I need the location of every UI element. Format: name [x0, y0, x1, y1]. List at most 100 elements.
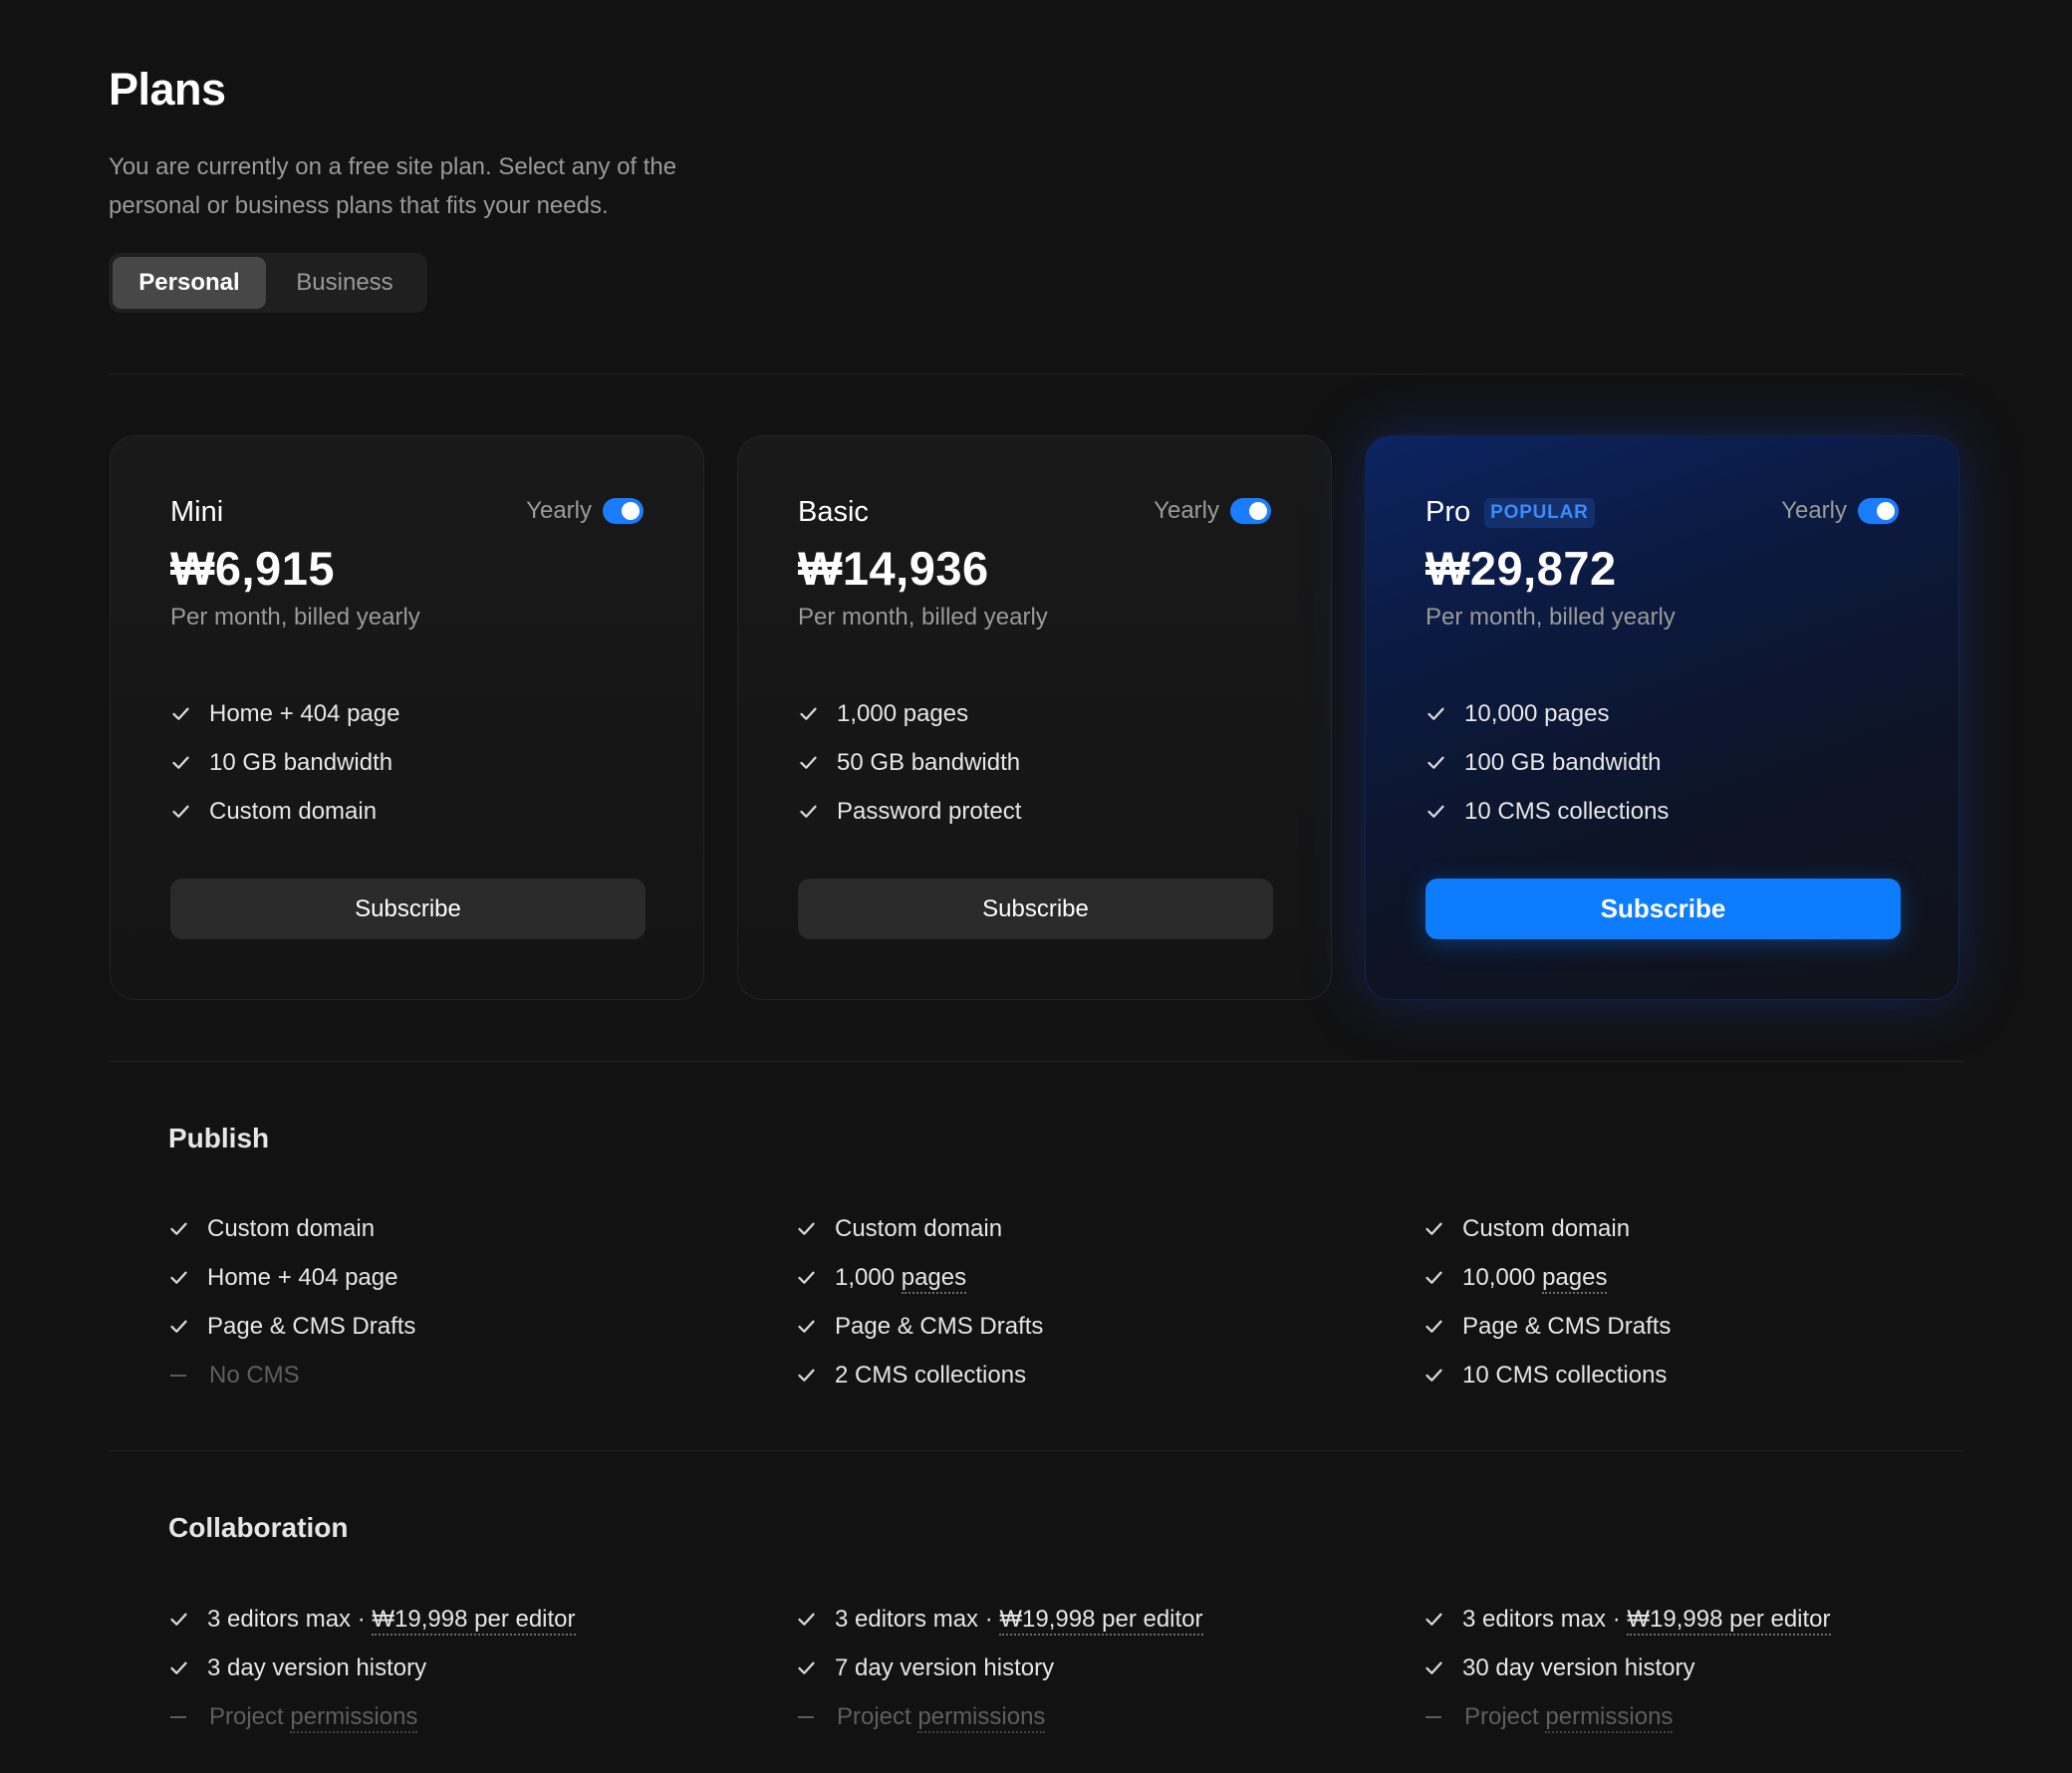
- plan-card-mini: Mini Yearly ₩6,915 Per month, billed yea…: [110, 435, 704, 1000]
- check-icon: [796, 1267, 817, 1288]
- billing-toggle-label: Yearly: [1781, 497, 1847, 524]
- list-item: Project permissions: [168, 1692, 576, 1741]
- list-item: Home + 404 page: [170, 689, 399, 738]
- collaboration-column-mini: 3 editors max · ₩19,998 per editor 3 day…: [168, 1595, 576, 1741]
- check-icon: [1424, 1267, 1444, 1288]
- pages-tooltip-link[interactable]: pages: [901, 1263, 967, 1294]
- yearly-switch[interactable]: [603, 498, 644, 524]
- check-icon: [796, 1609, 817, 1630]
- check-icon: [168, 1267, 189, 1288]
- plan-card-pro: Pro POPULAR Yearly ₩29,872 Per month, bi…: [1365, 435, 1959, 1000]
- pages-tooltip-link[interactable]: pages: [1542, 1263, 1608, 1294]
- check-icon: [170, 752, 191, 773]
- editor-price-tooltip-link[interactable]: ₩19,998 per editor: [1627, 1605, 1831, 1636]
- subscribe-button[interactable]: Subscribe: [170, 879, 646, 939]
- list-item: 1,000 pages: [796, 1253, 1043, 1302]
- plan-name-label: Basic: [798, 496, 869, 528]
- plan-name: Basic: [798, 496, 869, 529]
- editor-price-tooltip-link[interactable]: ₩19,998 per editor: [372, 1605, 576, 1636]
- permissions-tooltip-link[interactable]: permissions: [917, 1702, 1046, 1733]
- feature-prefix: 10,000: [1462, 1263, 1543, 1291]
- list-item: 2 CMS collections: [796, 1351, 1043, 1399]
- list-item: Project permissions: [1424, 1692, 1831, 1741]
- check-icon: [168, 1218, 189, 1239]
- check-icon: [796, 1657, 817, 1678]
- check-icon: [1424, 1365, 1444, 1386]
- permissions-tooltip-link[interactable]: permissions: [1545, 1702, 1674, 1733]
- publish-column-mini: Custom domain Home + 404 page Page & CMS…: [168, 1204, 415, 1399]
- check-icon: [170, 801, 191, 822]
- list-item: 10,000 pages: [1425, 689, 1669, 738]
- check-icon: [798, 801, 819, 822]
- list-item: 10 GB bandwidth: [170, 738, 399, 787]
- list-item: 50 GB bandwidth: [798, 738, 1021, 787]
- feature-text: 10,000 pages: [1462, 1263, 1608, 1294]
- feature-text: 100 GB bandwidth: [1464, 748, 1662, 776]
- billing-note: Per month, billed yearly: [798, 604, 1048, 631]
- feature-prefix: Project: [837, 1702, 918, 1730]
- feature-text: Custom domain: [207, 1214, 376, 1242]
- billing-toggle: Yearly: [1781, 497, 1899, 525]
- check-icon: [798, 703, 819, 724]
- yearly-switch[interactable]: [1858, 498, 1899, 524]
- feature-text: Project permissions: [209, 1702, 418, 1733]
- plan-feature-list: Home + 404 page 10 GB bandwidth Custom d…: [170, 689, 399, 836]
- feature-text: 3 editors max · ₩19,998 per editor: [1462, 1605, 1831, 1636]
- collaboration-column-pro: 3 editors max · ₩19,998 per editor 30 da…: [1424, 1595, 1831, 1741]
- feature-text: Project permissions: [1464, 1702, 1674, 1733]
- list-item: 1,000 pages: [798, 689, 1021, 738]
- list-item: 10 CMS collections: [1425, 787, 1669, 836]
- dash-icon: [1425, 1715, 1441, 1718]
- feature-text: 10,000 pages: [1464, 699, 1610, 727]
- yearly-switch[interactable]: [1230, 498, 1271, 524]
- plan-price: ₩14,936: [798, 542, 989, 595]
- list-item: Custom domain: [796, 1204, 1043, 1253]
- check-icon: [168, 1316, 189, 1337]
- list-item: 100 GB bandwidth: [1425, 738, 1669, 787]
- plan-type-toggle: Personal Business: [109, 253, 427, 313]
- feature-text: 1,000 pages: [837, 699, 969, 727]
- list-item: Page & CMS Drafts: [1424, 1302, 1671, 1351]
- billing-toggle-label: Yearly: [526, 497, 592, 524]
- check-icon: [168, 1609, 189, 1630]
- billing-note: Per month, billed yearly: [170, 604, 420, 631]
- check-icon: [168, 1657, 189, 1678]
- list-item: Custom domain: [1424, 1204, 1671, 1253]
- check-icon: [170, 703, 191, 724]
- popular-badge: POPULAR: [1484, 497, 1595, 528]
- feature-prefix: 3 editors max ·: [1462, 1605, 1628, 1633]
- check-icon: [1424, 1316, 1444, 1337]
- check-icon: [798, 752, 819, 773]
- subscribe-button[interactable]: Subscribe: [798, 879, 1273, 939]
- list-item: Page & CMS Drafts: [796, 1302, 1043, 1351]
- feature-text: No CMS: [209, 1361, 300, 1389]
- plan-price: ₩29,872: [1425, 542, 1617, 595]
- feature-text: Page & CMS Drafts: [835, 1312, 1044, 1340]
- feature-text: 10 GB bandwidth: [209, 748, 393, 776]
- plan-feature-list: 10,000 pages 100 GB bandwidth 10 CMS col…: [1425, 689, 1669, 836]
- list-item: 3 day version history: [168, 1644, 576, 1692]
- divider: [109, 1061, 1963, 1062]
- list-item: Project permissions: [796, 1692, 1203, 1741]
- check-icon: [1425, 703, 1446, 724]
- list-item: 3 editors max · ₩19,998 per editor: [168, 1595, 576, 1644]
- business-tab[interactable]: Business: [266, 257, 423, 309]
- collaboration-column-basic: 3 editors max · ₩19,998 per editor 7 day…: [796, 1595, 1203, 1741]
- subscribe-button[interactable]: Subscribe: [1425, 879, 1901, 939]
- editor-price-tooltip-link[interactable]: ₩19,998 per editor: [999, 1605, 1203, 1636]
- switch-knob: [622, 502, 640, 520]
- personal-tab[interactable]: Personal: [113, 257, 266, 309]
- dash-icon: [170, 1715, 186, 1718]
- permissions-tooltip-link[interactable]: permissions: [290, 1702, 418, 1733]
- plan-card-basic: Basic Yearly ₩14,936 Per month, billed y…: [737, 435, 1332, 1000]
- feature-prefix: 3 editors max ·: [207, 1605, 373, 1633]
- feature-text: Password protect: [837, 797, 1022, 825]
- feature-text: Home + 404 page: [207, 1263, 398, 1291]
- list-item: 10 CMS collections: [1424, 1351, 1671, 1399]
- feature-text: Custom domain: [835, 1214, 1003, 1242]
- list-item: 3 editors max · ₩19,998 per editor: [796, 1595, 1203, 1644]
- dash-icon: [798, 1715, 814, 1718]
- feature-text: 10 CMS collections: [1464, 797, 1670, 825]
- feature-text: 3 day version history: [207, 1653, 427, 1681]
- list-item: No CMS: [168, 1351, 415, 1399]
